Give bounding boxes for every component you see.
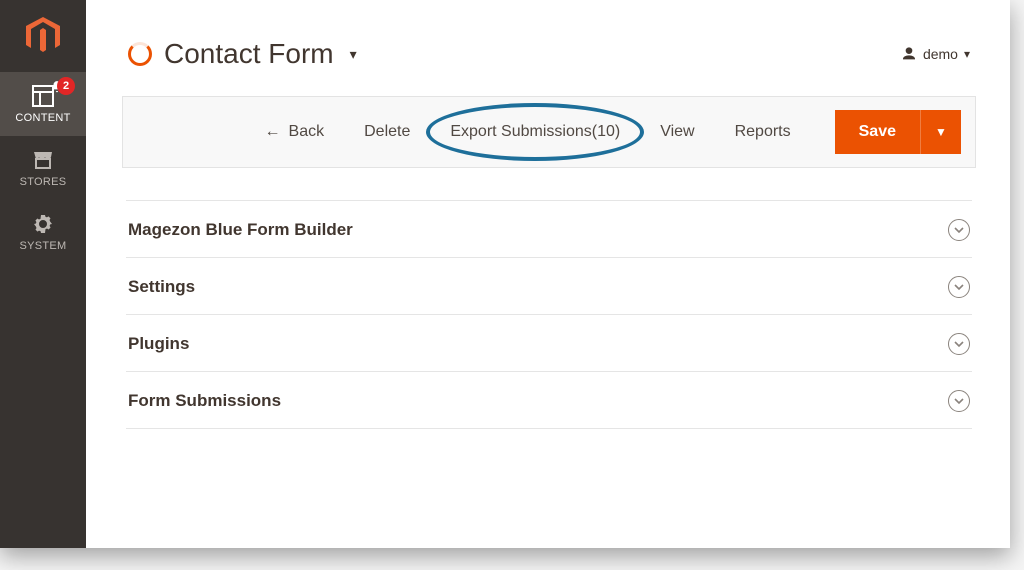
- sidebar-item-system[interactable]: SYSTEM: [0, 200, 86, 264]
- sidebar-item-label: CONTENT: [15, 112, 70, 124]
- export-submissions-button[interactable]: Export Submissions(10): [448, 119, 622, 145]
- section-title: Settings: [128, 277, 195, 297]
- admin-sidebar: CONTENT 2 STORES SYSTEM: [0, 0, 86, 548]
- section-plugins[interactable]: Plugins: [126, 315, 972, 372]
- sidebar-item-content[interactable]: CONTENT 2: [0, 72, 86, 136]
- app-frame: CONTENT 2 STORES SYSTEM Contact Form: [0, 0, 1010, 548]
- expand-icon: [948, 333, 970, 355]
- spinner-icon: [128, 42, 152, 66]
- back-button[interactable]: Back: [263, 119, 327, 145]
- page-title-text: Contact Form: [164, 38, 334, 70]
- section-title: Magezon Blue Form Builder: [128, 220, 353, 240]
- save-button[interactable]: Save: [835, 110, 921, 154]
- expand-icon: [948, 219, 970, 241]
- delete-button[interactable]: Delete: [362, 119, 412, 145]
- section-title: Plugins: [128, 334, 189, 354]
- section-title: Form Submissions: [128, 391, 281, 411]
- gear-icon: [31, 212, 55, 236]
- magento-logo[interactable]: [0, 0, 86, 72]
- stores-icon: [31, 148, 55, 172]
- chevron-down-icon: ▾: [350, 46, 357, 63]
- notification-badge[interactable]: 2: [57, 77, 75, 95]
- sidebar-item-stores[interactable]: STORES: [0, 136, 86, 200]
- view-button[interactable]: View: [658, 119, 696, 145]
- expand-icon: [948, 390, 970, 412]
- reports-button[interactable]: Reports: [733, 119, 793, 145]
- title-row: Contact Form ▾ demo ▾: [122, 38, 976, 70]
- chevron-down-icon: ▾: [964, 47, 970, 61]
- action-toolbar: Back Delete Export Submissions(10) View …: [122, 96, 976, 168]
- form-sections: Magezon Blue Form Builder Settings Plugi…: [122, 200, 976, 429]
- account-name: demo: [923, 46, 958, 62]
- save-dropdown-toggle[interactable]: ▼: [921, 110, 961, 154]
- page-title[interactable]: Contact Form ▾: [128, 38, 357, 70]
- main-content: Contact Form ▾ demo ▾ Back Delete Export…: [86, 0, 1010, 548]
- user-icon: [901, 46, 917, 62]
- section-magezon-blue-form-builder[interactable]: Magezon Blue Form Builder: [126, 200, 972, 258]
- account-menu[interactable]: demo ▾: [901, 46, 970, 62]
- magento-logo-icon: [26, 17, 60, 55]
- section-form-submissions[interactable]: Form Submissions: [126, 372, 972, 429]
- section-settings[interactable]: Settings: [126, 258, 972, 315]
- sidebar-item-label: SYSTEM: [19, 240, 66, 252]
- sidebar-item-label: STORES: [20, 176, 67, 188]
- expand-icon: [948, 276, 970, 298]
- save-split-button: Save ▼: [835, 110, 961, 154]
